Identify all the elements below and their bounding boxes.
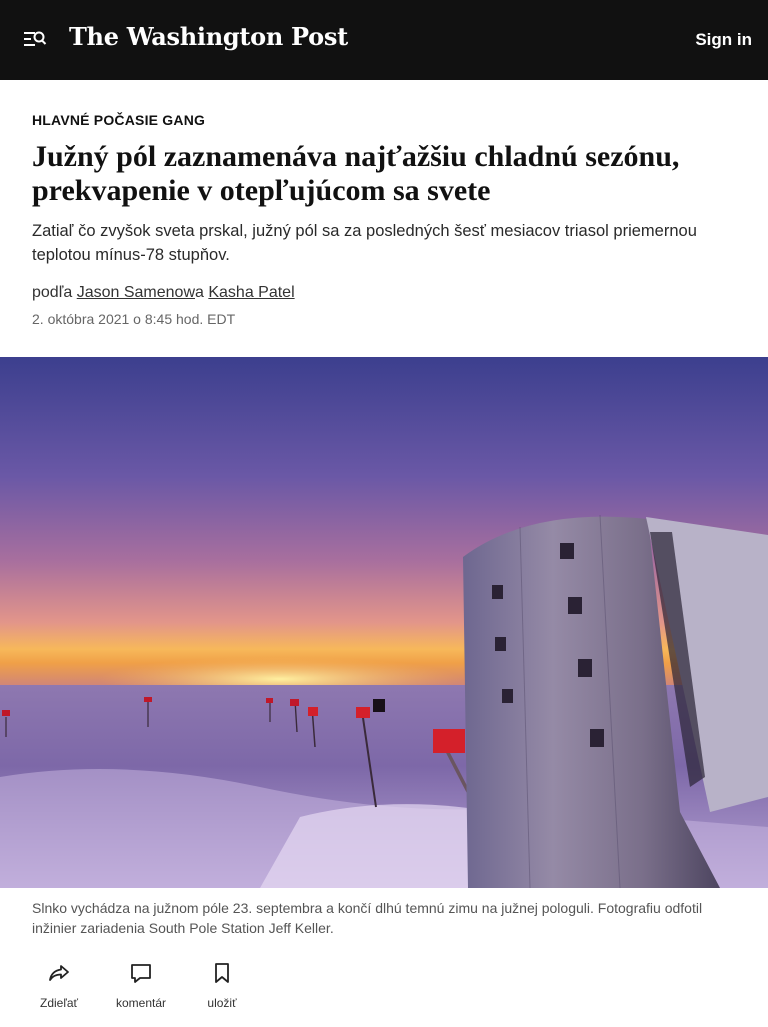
comment-label: komentár [115, 996, 167, 1010]
menu-search-icon[interactable] [22, 28, 48, 52]
share-button[interactable]: Zdieľať [19, 960, 99, 1010]
comment-icon [131, 964, 151, 983]
lead-photo [0, 357, 768, 888]
photo-caption: Slnko vychádza na južnom póle 23. septem… [32, 900, 703, 936]
site-logo[interactable]: The Washington Post [69, 22, 348, 51]
section-kicker[interactable]: HLAVNÉ POČASIE GANG [32, 112, 205, 128]
sign-in-link[interactable]: Sign in [695, 30, 752, 50]
article-dek: Zatiaľ čo zvyšok sveta prskal, južný pól… [32, 222, 697, 264]
article-headline: Južný pól zaznamenáva najťažšiu chladnú … [32, 140, 680, 207]
publish-date: 2. októbra 2021 o 8:45 hod. EDT [32, 311, 236, 327]
article-toolbar: Zdieľať komentár uložiť [0, 960, 768, 1020]
save-label: uložiť [207, 996, 237, 1010]
byline-joiner: a [195, 284, 209, 301]
comment-button[interactable]: komentár [101, 960, 181, 1010]
author-link-jason-samenow[interactable]: Jason Samenow [77, 284, 195, 301]
bookmark-icon [215, 963, 229, 983]
top-bar: The Washington Post Sign in [0, 0, 768, 80]
author-link-kasha-patel[interactable]: Kasha Patel [208, 284, 294, 301]
share-label: Zdieľať [39, 996, 78, 1010]
share-icon [49, 965, 69, 981]
byline-prefix: podľa [32, 284, 77, 301]
byline: podľa Jason Samenowa Kasha Patel [32, 284, 295, 302]
save-button[interactable]: uložiť [182, 960, 262, 1010]
